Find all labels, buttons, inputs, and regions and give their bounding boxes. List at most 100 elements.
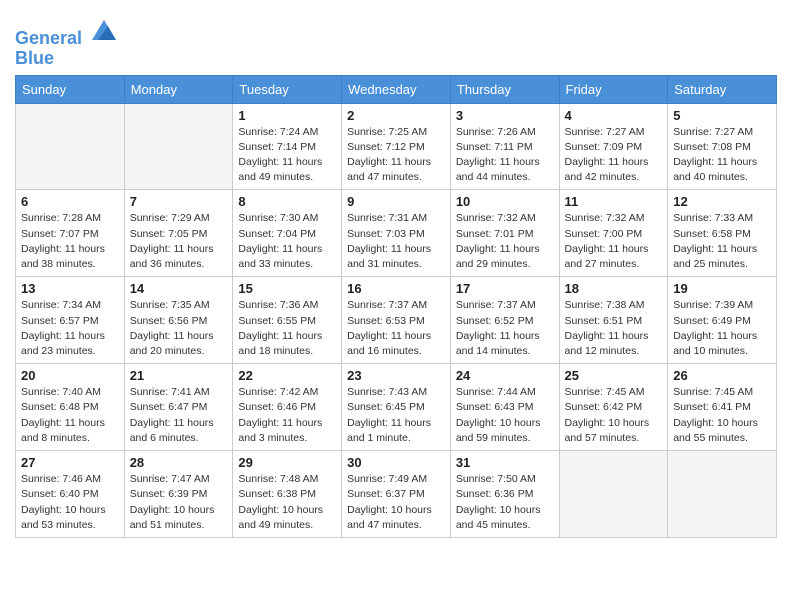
calendar-cell: 28 Sunrise: 7:47 AM Sunset: 6:39 PM Dayli… [124,451,233,538]
calendar-header-monday: Monday [124,75,233,103]
day-number: 14 [130,281,228,296]
day-info: Sunrise: 7:47 AM Sunset: 6:39 PM Dayligh… [130,472,228,533]
calendar-cell: 17 Sunrise: 7:37 AM Sunset: 6:52 PM Dayli… [450,277,559,364]
calendar-cell: 1Sunrise: 7:24 AM Sunset: 7:14 PM Daylig… [233,103,342,190]
calendar-cell [559,451,668,538]
day-number: 8 [238,194,336,209]
calendar-table: SundayMondayTuesdayWednesdayThursdayFrid… [15,75,777,538]
calendar-cell: 16 Sunrise: 7:37 AM Sunset: 6:53 PM Dayli… [342,277,451,364]
day-info: Sunrise: 7:39 AM Sunset: 6:49 PM Dayligh… [673,298,771,359]
calendar-cell: 22 Sunrise: 7:42 AM Sunset: 6:46 PM Dayli… [233,364,342,451]
calendar-cell: 29 Sunrise: 7:48 AM Sunset: 6:38 PM Dayli… [233,451,342,538]
calendar-cell: 25 Sunrise: 7:45 AM Sunset: 6:42 PM Dayli… [559,364,668,451]
calendar-header-saturday: Saturday [668,75,777,103]
calendar-header-wednesday: Wednesday [342,75,451,103]
day-info: Sunrise: 7:48 AM Sunset: 6:38 PM Dayligh… [238,472,336,533]
day-info: Sunrise: 7:35 AM Sunset: 6:56 PM Dayligh… [130,298,228,359]
day-number: 28 [130,455,228,470]
calendar-cell: 30 Sunrise: 7:49 AM Sunset: 6:37 PM Dayli… [342,451,451,538]
day-info: Sunrise: 7:27 AM Sunset: 7:09 PM Dayligh… [565,125,663,186]
day-number: 3 [456,108,554,123]
day-number: 15 [238,281,336,296]
calendar-cell [668,451,777,538]
day-info: Sunrise: 7:40 AM Sunset: 6:48 PM Dayligh… [21,385,119,446]
calendar-cell: 14 Sunrise: 7:35 AM Sunset: 6:56 PM Dayli… [124,277,233,364]
day-info: Sunrise: 7:25 AM Sunset: 7:12 PM Dayligh… [347,125,445,186]
day-number: 9 [347,194,445,209]
calendar-header-tuesday: Tuesday [233,75,342,103]
day-info: Sunrise: 7:26 AM Sunset: 7:11 PM Dayligh… [456,125,554,186]
day-number: 22 [238,368,336,383]
day-number: 7 [130,194,228,209]
calendar-header-thursday: Thursday [450,75,559,103]
day-number: 25 [565,368,663,383]
day-number: 10 [456,194,554,209]
calendar-cell: 24Sunrise: 7:44 AM Sunset: 6:43 PM Dayli… [450,364,559,451]
day-number: 31 [456,455,554,470]
day-info: Sunrise: 7:37 AM Sunset: 6:53 PM Dayligh… [347,298,445,359]
day-info: Sunrise: 7:41 AM Sunset: 6:47 PM Dayligh… [130,385,228,446]
calendar-cell: 23 Sunrise: 7:43 AM Sunset: 6:45 PM Dayli… [342,364,451,451]
day-number: 29 [238,455,336,470]
day-number: 18 [565,281,663,296]
day-number: 19 [673,281,771,296]
logo-blue-text: Blue [15,49,118,69]
day-info: Sunrise: 7:32 AM Sunset: 7:01 PM Dayligh… [456,211,554,272]
calendar-cell [16,103,125,190]
calendar-cell: 2Sunrise: 7:25 AM Sunset: 7:12 PM Daylig… [342,103,451,190]
day-info: Sunrise: 7:31 AM Sunset: 7:03 PM Dayligh… [347,211,445,272]
day-info: Sunrise: 7:42 AM Sunset: 6:46 PM Dayligh… [238,385,336,446]
day-info: Sunrise: 7:27 AM Sunset: 7:08 PM Dayligh… [673,125,771,186]
day-number: 23 [347,368,445,383]
logo: General Blue [15,16,118,69]
calendar-cell: 19 Sunrise: 7:39 AM Sunset: 6:49 PM Dayli… [668,277,777,364]
day-number: 11 [565,194,663,209]
calendar-cell: 15Sunrise: 7:36 AM Sunset: 6:55 PM Dayli… [233,277,342,364]
day-info: Sunrise: 7:29 AM Sunset: 7:05 PM Dayligh… [130,211,228,272]
day-info: Sunrise: 7:32 AM Sunset: 7:00 PM Dayligh… [565,211,663,272]
calendar-cell: 27Sunrise: 7:46 AM Sunset: 6:40 PM Dayli… [16,451,125,538]
day-number: 5 [673,108,771,123]
day-number: 4 [565,108,663,123]
day-info: Sunrise: 7:24 AM Sunset: 7:14 PM Dayligh… [238,125,336,186]
day-number: 30 [347,455,445,470]
day-number: 12 [673,194,771,209]
calendar-week-row: 20 Sunrise: 7:40 AM Sunset: 6:48 PM Dayli… [16,364,777,451]
day-info: Sunrise: 7:28 AM Sunset: 7:07 PM Dayligh… [21,211,119,272]
calendar-cell: 18 Sunrise: 7:38 AM Sunset: 6:51 PM Dayli… [559,277,668,364]
calendar-cell: 20 Sunrise: 7:40 AM Sunset: 6:48 PM Dayli… [16,364,125,451]
calendar-cell: 21 Sunrise: 7:41 AM Sunset: 6:47 PM Dayli… [124,364,233,451]
day-number: 20 [21,368,119,383]
day-info: Sunrise: 7:45 AM Sunset: 6:42 PM Dayligh… [565,385,663,446]
day-info: Sunrise: 7:38 AM Sunset: 6:51 PM Dayligh… [565,298,663,359]
day-number: 16 [347,281,445,296]
calendar-cell: 7 Sunrise: 7:29 AM Sunset: 7:05 PM Daylig… [124,190,233,277]
day-info: Sunrise: 7:50 AM Sunset: 6:36 PM Dayligh… [456,472,554,533]
calendar-cell: 9 Sunrise: 7:31 AM Sunset: 7:03 PM Daylig… [342,190,451,277]
day-info: Sunrise: 7:45 AM Sunset: 6:41 PM Dayligh… [673,385,771,446]
calendar-cell: 8Sunrise: 7:30 AM Sunset: 7:04 PM Daylig… [233,190,342,277]
day-number: 26 [673,368,771,383]
day-number: 17 [456,281,554,296]
calendar-cell: 13 Sunrise: 7:34 AM Sunset: 6:57 PM Dayli… [16,277,125,364]
calendar-header-sunday: Sunday [16,75,125,103]
day-info: Sunrise: 7:37 AM Sunset: 6:52 PM Dayligh… [456,298,554,359]
calendar-cell: 10 Sunrise: 7:32 AM Sunset: 7:01 PM Dayli… [450,190,559,277]
day-info: Sunrise: 7:34 AM Sunset: 6:57 PM Dayligh… [21,298,119,359]
day-number: 21 [130,368,228,383]
calendar-cell [124,103,233,190]
calendar-week-row: 6 Sunrise: 7:28 AM Sunset: 7:07 PM Daylig… [16,190,777,277]
calendar-cell: 6 Sunrise: 7:28 AM Sunset: 7:07 PM Daylig… [16,190,125,277]
day-info: Sunrise: 7:44 AM Sunset: 6:43 PM Dayligh… [456,385,554,446]
day-info: Sunrise: 7:46 AM Sunset: 6:40 PM Dayligh… [21,472,119,533]
calendar-cell: 12Sunrise: 7:33 AM Sunset: 6:58 PM Dayli… [668,190,777,277]
day-info: Sunrise: 7:43 AM Sunset: 6:45 PM Dayligh… [347,385,445,446]
logo-text: General [15,16,118,49]
calendar-header-friday: Friday [559,75,668,103]
day-number: 13 [21,281,119,296]
calendar-cell: 31 Sunrise: 7:50 AM Sunset: 6:36 PM Dayli… [450,451,559,538]
calendar-week-row: 13 Sunrise: 7:34 AM Sunset: 6:57 PM Dayli… [16,277,777,364]
calendar-header-row: SundayMondayTuesdayWednesdayThursdayFrid… [16,75,777,103]
day-info: Sunrise: 7:49 AM Sunset: 6:37 PM Dayligh… [347,472,445,533]
day-number: 6 [21,194,119,209]
